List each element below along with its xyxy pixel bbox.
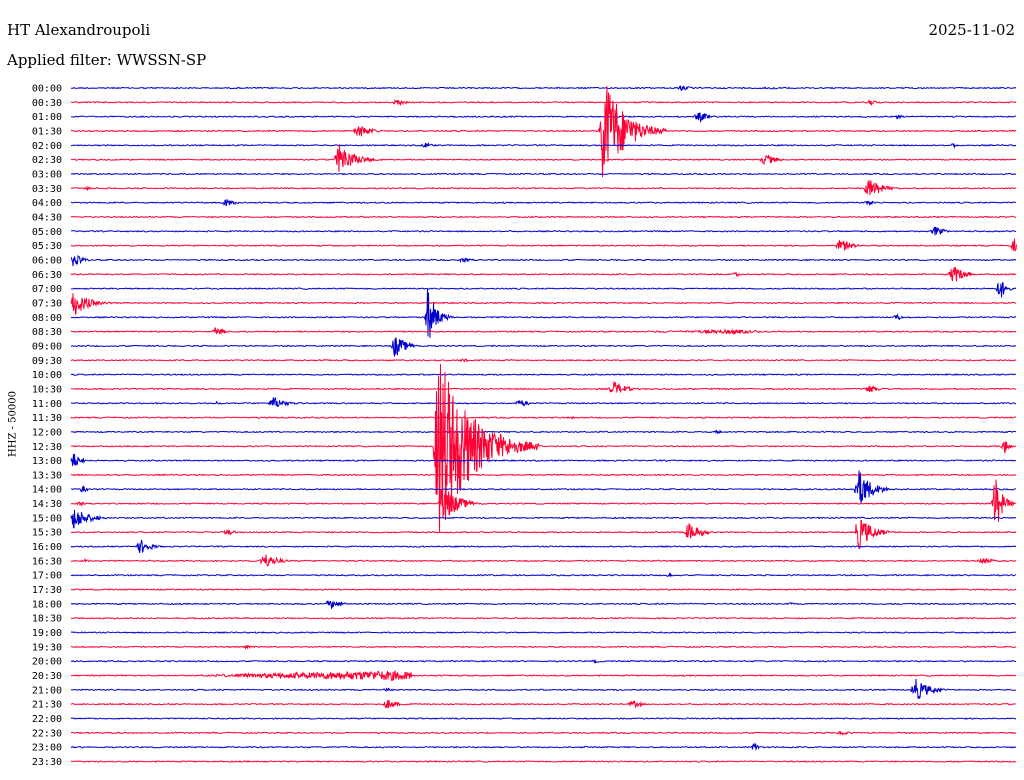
time-tick-label: 14:00	[32, 485, 62, 496]
trace-line-1000	[70, 373, 1017, 376]
trace-line-1800	[70, 600, 1017, 610]
trace-line-1330	[70, 473, 1017, 477]
time-tick-label: 06:00	[32, 255, 62, 266]
trace-line-0600	[70, 254, 1017, 267]
time-tick-label: 11:30	[32, 413, 62, 424]
trace-line-0730	[70, 293, 1017, 316]
time-tick-label: 08:00	[32, 313, 62, 324]
trace-line-1900	[70, 631, 1017, 634]
time-tick-label: 14:30	[32, 499, 62, 510]
time-tick-label: 18:30	[32, 614, 62, 625]
trace-line-1530	[70, 519, 1017, 550]
time-tick-label: 00:30	[32, 98, 62, 109]
trace-line-0930	[70, 358, 1017, 363]
time-tick-label: 17:00	[32, 571, 62, 582]
trace-line-1500	[70, 509, 1017, 529]
trace-line-0830	[70, 327, 1017, 336]
trace-line-2300	[70, 742, 1017, 752]
trace-line-0200	[70, 141, 1017, 149]
time-tick-label: 15:00	[32, 513, 62, 524]
trace-line-0100	[70, 112, 1017, 124]
time-tick-label: 21:00	[32, 685, 62, 696]
time-tick-label: 02:00	[32, 141, 62, 152]
trace-line-1700	[70, 572, 1017, 578]
time-tick-label: 10:00	[32, 370, 62, 381]
time-tick-label: 12:00	[32, 427, 62, 438]
time-tick-label: 15:30	[32, 528, 62, 539]
trace-line-1100	[70, 397, 1016, 407]
trace-line-2200	[70, 717, 1017, 720]
time-tick-label: 10:30	[32, 384, 62, 395]
trace-line-1730	[71, 588, 1017, 591]
time-tick-label: 08:30	[32, 327, 62, 338]
trace-line-0530	[70, 238, 1017, 252]
time-tick-label: 20:30	[32, 671, 62, 682]
trace-line-1630	[70, 554, 1017, 567]
time-tick-label: 11:00	[32, 399, 62, 410]
time-tick-label: 03:30	[32, 184, 62, 195]
trace-line-0430	[70, 215, 1016, 219]
time-tick-label: 04:00	[32, 198, 62, 209]
trace-line-2100	[70, 678, 1017, 700]
time-tick-label: 07:30	[32, 298, 62, 309]
time-tick-label: 22:00	[32, 714, 62, 725]
trace-line-1430	[70, 479, 1017, 522]
trace-line-1830	[70, 616, 1017, 620]
trace-line-0300	[70, 172, 1017, 176]
time-tick-label: 07:00	[32, 284, 62, 295]
trace-line-1200	[70, 429, 1017, 435]
trace-line-0700	[70, 282, 1017, 298]
trace-line-0030	[71, 98, 1017, 106]
trace-line-0000	[71, 85, 1017, 92]
time-tick-label: 22:30	[32, 728, 62, 739]
trace-line-0330	[70, 179, 1017, 196]
time-tick-label: 20:00	[32, 657, 62, 668]
trace-line-1030	[71, 381, 1017, 393]
time-tick-label: 05:30	[32, 241, 62, 252]
time-tick-label: 09:00	[32, 341, 62, 352]
time-tick-label: 23:30	[32, 757, 62, 768]
trace-line-0630	[70, 266, 1017, 282]
time-tick-label: 21:30	[32, 700, 62, 711]
time-tick-label: 01:30	[32, 126, 62, 137]
time-tick-label: 02:30	[32, 155, 62, 166]
time-tick-label: 16:00	[32, 542, 62, 553]
time-tick-label: 17:30	[32, 585, 62, 596]
trace-group	[70, 85, 1017, 763]
trace-line-1930	[70, 644, 1017, 650]
trace-line-0500	[70, 226, 1017, 236]
trace-line-1130	[70, 415, 1017, 420]
trace-line-2230	[70, 730, 1017, 736]
time-tick-label: 13:00	[32, 456, 62, 467]
trace-line-1600	[70, 539, 1017, 554]
time-tick-label: 19:30	[32, 642, 62, 653]
trace-line-0130	[70, 86, 1017, 178]
trace-line-0400	[70, 199, 1017, 207]
time-tick-label: 04:30	[32, 212, 62, 223]
trace-line-2130	[70, 700, 1017, 709]
time-tick-label: 06:30	[32, 270, 62, 281]
trace-line-0900	[70, 337, 1017, 357]
trace-line-0230	[70, 144, 1017, 172]
time-tick-label: 19:00	[32, 628, 62, 639]
time-tick-label: 05:00	[32, 227, 62, 238]
time-tick-label: 13:30	[32, 470, 62, 481]
seismogram-plot: 00:00 00:30 01:00 01:30 02:00 02:30 03:00 03:30…	[32, 84, 1017, 769]
trace-line-1300	[70, 453, 1017, 467]
time-tick-label: 09:30	[32, 356, 62, 367]
time-tick-label: 03:00	[32, 169, 62, 180]
time-tick-label: 23:00	[32, 743, 62, 754]
trace-line-2330	[70, 760, 1016, 763]
time-tick-label: 18:00	[32, 599, 62, 610]
tick-label-group: 00:00 00:30 01:00 01:30 02:00 02:30 03:00 03:30…	[32, 84, 62, 769]
time-tick-label: 00:00	[32, 84, 62, 95]
time-tick-label: 16:30	[32, 556, 62, 567]
time-tick-label: 01:00	[32, 112, 62, 123]
trace-line-2000	[70, 659, 1017, 664]
time-tick-label: 12:30	[32, 442, 62, 453]
trace-line-2030	[70, 670, 1017, 682]
